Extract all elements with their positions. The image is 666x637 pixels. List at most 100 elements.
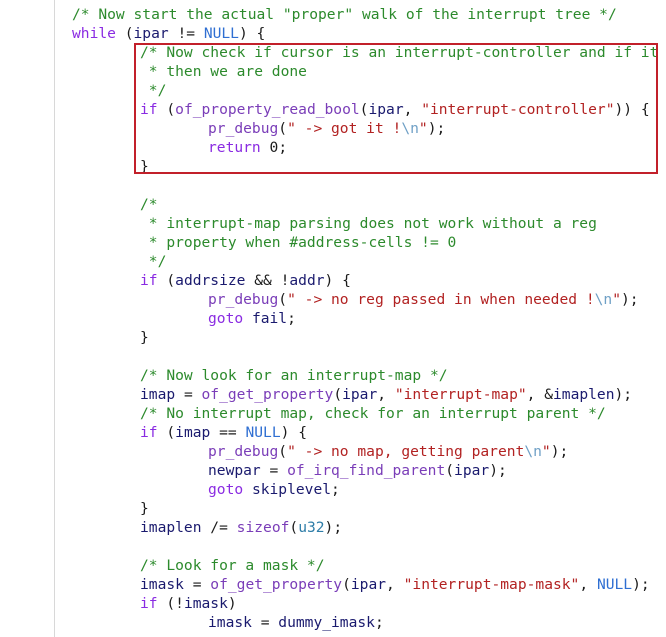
code-token: " -> got it ! (287, 120, 402, 137)
code-token: return (208, 139, 261, 156)
code-line: /* No interrupt map, check for an interr… (140, 404, 606, 423)
code-token: != (168, 25, 204, 42)
code-token: ( (333, 386, 343, 403)
code-token: ; (374, 614, 384, 631)
code-token: "interrupt-map-mask" (403, 576, 580, 593)
code-token: = (251, 614, 279, 631)
code-token: , (579, 576, 597, 593)
code-token: */ (140, 82, 167, 99)
code-token: )) { (614, 101, 650, 118)
code-token: * interrupt-map parsing does not work wi… (140, 215, 597, 232)
code-token: * then we are done (140, 63, 307, 80)
code-token: , (386, 576, 404, 593)
code-token: && ! (245, 272, 290, 289)
code-token: ; (331, 481, 340, 498)
code-token: imaplen (553, 386, 615, 403)
code-token: imap (175, 424, 211, 441)
code-token: "interrupt-map" (394, 386, 527, 403)
code-token: goto (208, 310, 244, 327)
code-line: if (imap == NULL) { (140, 423, 307, 442)
code-line: if (addrsize && !addr) { (140, 271, 351, 290)
code-token: } (140, 158, 149, 175)
code-line: * property when #address-cells != 0 (140, 233, 457, 252)
code-line: */ (140, 252, 167, 271)
code-token: if (140, 595, 158, 612)
code-token: if (140, 424, 158, 441)
code-token: */ (140, 253, 167, 270)
code-token: " (612, 291, 621, 308)
code-line: imask = of_get_property(ipar, "interrupt… (140, 575, 650, 594)
code-token: imap (140, 386, 176, 403)
code-token: ( (157, 424, 176, 441)
code-token: ) { (238, 25, 266, 42)
code-token: ( (115, 25, 134, 42)
code-token: addr (289, 272, 325, 289)
code-line: } (140, 499, 149, 518)
code-token: ; (287, 310, 296, 327)
code-token: , (377, 386, 395, 403)
code-token: 0 (269, 139, 279, 156)
code-token: * property when #address-cells != 0 (140, 234, 457, 251)
code-line: */ (140, 81, 167, 100)
code-token: /* Now start the actual "proper" walk of… (72, 6, 617, 23)
code-line: } (140, 328, 149, 347)
code-token: pr_debug (208, 443, 279, 460)
code-token: " -> no reg passed in when needed ! (287, 291, 595, 308)
code-line: imask = dummy_imask; (208, 613, 384, 632)
code-line: goto fail; (208, 309, 296, 328)
code-line: /* Now look for an interrupt-map */ (140, 366, 448, 385)
code-token: of_get_property (210, 576, 343, 593)
code-token: ipar (454, 462, 490, 479)
code-token: ) { (280, 424, 307, 441)
code-line: while (ipar != NULL) { (72, 24, 265, 43)
code-line: if (of_property_read_bool(ipar, "interru… (140, 100, 650, 119)
code-line: imaplen /= sizeof(u32); (140, 518, 342, 537)
code-token: " (418, 120, 428, 137)
code-token: of_irq_find_parent (287, 462, 446, 479)
code-token: ipar (133, 25, 169, 42)
code-line: return 0; (208, 138, 287, 157)
code-token: ); (621, 291, 639, 308)
code-token: ); (324, 519, 343, 536)
code-token: ); (614, 386, 633, 403)
code-token: addrsize (175, 272, 246, 289)
code-editor[interactable]: /* Now start the actual "proper" walk of… (0, 0, 666, 637)
code-token: } (140, 500, 149, 517)
code-token: /= (201, 519, 237, 536)
code-token: /* No interrupt map, check for an interr… (140, 405, 606, 422)
code-token: imask (208, 614, 252, 631)
code-token: (! (157, 595, 184, 612)
code-token: u32 (298, 519, 325, 536)
code-token: fail (251, 310, 288, 327)
code-token: \n (524, 443, 542, 460)
code-token: dummy_imask (278, 614, 375, 631)
code-token: \n (401, 120, 419, 137)
code-token: , (403, 101, 422, 118)
code-token: of_property_read_bool (175, 101, 360, 118)
code-line: newpar = of_irq_find_parent(ipar); (208, 461, 507, 480)
code-token: imask (140, 576, 184, 593)
code-token: ); (489, 462, 507, 479)
code-token: if (140, 101, 158, 118)
code-token: /* Look for a mask */ (140, 557, 325, 574)
code-token: NULL (245, 424, 281, 441)
code-line: imap = of_get_property(ipar, "interrupt-… (140, 385, 632, 404)
code-token: goto (208, 481, 244, 498)
code-token: ( (157, 101, 176, 118)
code-token: ( (342, 576, 351, 593)
code-line: /* Look for a mask */ (140, 556, 325, 575)
code-line: /* Now start the actual "proper" walk of… (72, 5, 617, 24)
code-token: = (260, 462, 288, 479)
code-token: , & (526, 386, 553, 403)
code-token: ( (278, 291, 288, 308)
code-token: ) (227, 595, 237, 612)
code-token: skiplevel (251, 481, 332, 498)
code-token: == (210, 424, 246, 441)
code-token: of_get_property (201, 386, 334, 403)
code-token: = (183, 576, 211, 593)
code-token: ipar (342, 386, 378, 403)
code-line: * interrupt-map parsing does not work wi… (140, 214, 597, 233)
